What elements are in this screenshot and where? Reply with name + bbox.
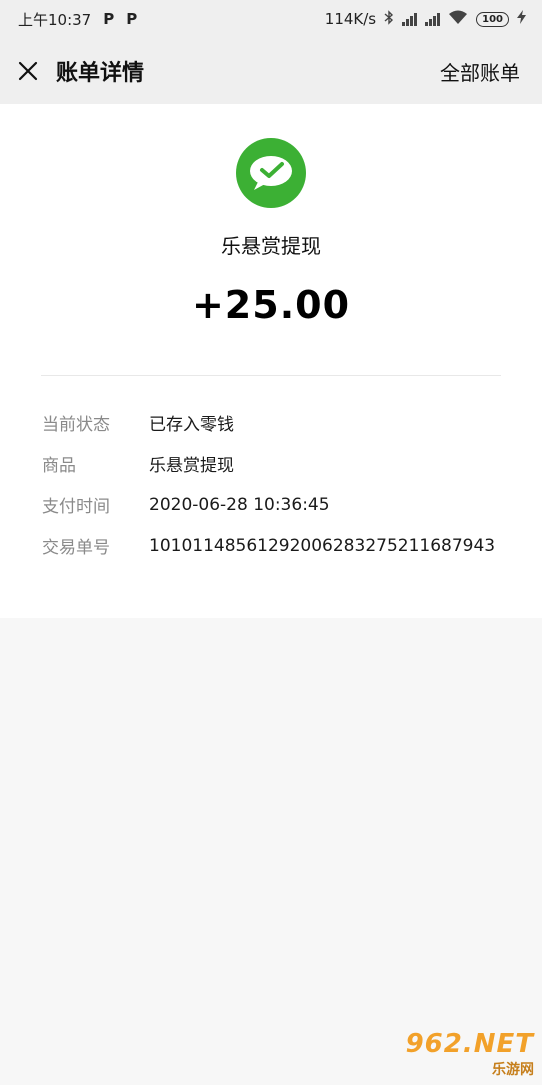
- detail-label: 交易单号: [42, 538, 110, 558]
- signal-icon: [402, 12, 418, 26]
- detail-row-pay-time: 支付时间 2020-06-28 10:36:45: [42, 484, 542, 525]
- detail-label: 商品: [42, 456, 76, 476]
- detail-label: 当前状态: [42, 415, 110, 435]
- network-speed: 114K/s: [324, 10, 377, 28]
- detail-row-status: 当前状态 已存入零钱: [42, 402, 542, 443]
- detail-value: 2020-06-28 10:36:45: [149, 494, 330, 515]
- detail-value[interactable]: 10101148561292006283275211687943: [149, 536, 495, 556]
- app-badge-p-icon: P: [126, 10, 138, 28]
- status-bar: 上午10:37 P P 114K/s 100: [0, 0, 542, 38]
- detail-value: 乐悬赏提现: [149, 456, 234, 476]
- detail-value: 已存入零钱: [149, 415, 234, 435]
- transaction-card: 乐悬赏提现 +25.00 当前状态 已存入零钱 商品 乐悬赏提现 支付时间 20…: [0, 104, 542, 618]
- watermark-top: 962.NET: [405, 1029, 534, 1059]
- charging-icon: [517, 10, 526, 28]
- signal-hd-icon: [425, 12, 441, 26]
- watermark-bottom: 乐游网: [492, 1062, 534, 1078]
- detail-row-product: 商品 乐悬赏提现: [42, 443, 542, 484]
- detail-row-transaction-id: 交易单号 10101148561292006283275211687943: [42, 525, 542, 566]
- page-title: 账单详情: [56, 61, 145, 86]
- battery-icon: 100: [476, 11, 509, 27]
- app-badge-p-icon: P: [103, 10, 115, 28]
- wifi-icon: [448, 10, 468, 29]
- site-watermark: 962.NET 乐游网: [406, 1029, 534, 1079]
- nav-bar: 账单详情 全部账单: [0, 38, 542, 104]
- status-right: 114K/s 100: [324, 9, 526, 29]
- detail-list: 当前状态 已存入零钱 商品 乐悬赏提现 支付时间 2020-06-28 10:3…: [0, 376, 542, 566]
- wechat-pay-logo-icon: [236, 138, 306, 208]
- status-left: 上午10:37 P P: [18, 9, 137, 30]
- bluetooth-icon: [384, 9, 394, 29]
- close-icon[interactable]: [16, 59, 40, 83]
- transaction-amount: +25.00: [191, 283, 351, 327]
- all-bills-button[interactable]: 全部账单: [440, 57, 520, 86]
- merchant-name: 乐悬赏提现: [221, 234, 321, 258]
- nav-left: 账单详情: [16, 55, 144, 87]
- status-time: 上午10:37: [18, 10, 92, 29]
- detail-label: 支付时间: [42, 497, 110, 517]
